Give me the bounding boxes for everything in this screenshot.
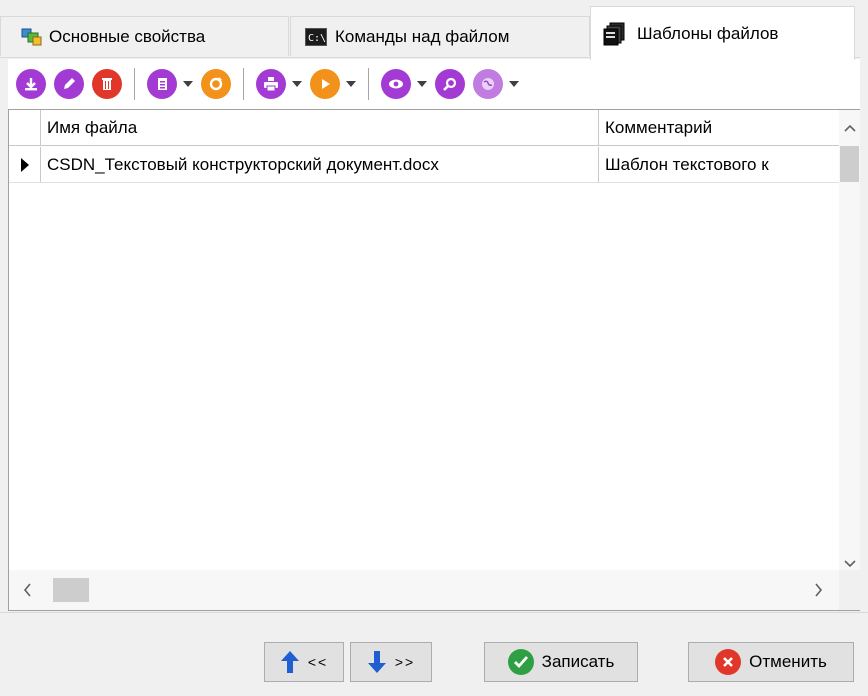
chevron-down-icon[interactable] <box>415 69 429 99</box>
vertical-scroll-thumb[interactable] <box>840 146 859 182</box>
arrow-up-icon <box>280 650 300 674</box>
tab-label: Шаблоны файлов <box>637 23 779 43</box>
console-icon: C:\ <box>305 27 327 46</box>
prev-button-label: << <box>307 654 329 670</box>
templates-icon <box>603 22 627 46</box>
scrollbar-corner <box>839 570 860 610</box>
chevron-down-icon[interactable] <box>181 69 195 99</box>
grid-header: Имя файла Комментарий <box>9 110 839 146</box>
arrow-down-icon <box>367 650 387 674</box>
edit-icon[interactable] <box>54 69 84 99</box>
tab-file-commands[interactable]: C:\ Команды над файлом <box>290 16 590 56</box>
print-icon[interactable] <box>256 69 286 99</box>
toolbar <box>8 59 860 109</box>
toolbar-separator <box>368 68 369 100</box>
chevron-down-icon[interactable] <box>344 69 358 99</box>
globe-icon[interactable] <box>473 69 503 99</box>
download-icon[interactable] <box>16 69 46 99</box>
table-row[interactable]: CSDN_Текстовый конструкторский документ.… <box>9 147 839 183</box>
next-button[interactable]: >> <box>350 642 432 682</box>
view-icon[interactable] <box>381 69 411 99</box>
column-header-comment[interactable]: Комментарий <box>599 110 839 145</box>
vertical-scrollbar[interactable] <box>839 110 860 570</box>
checkmark-icon <box>507 649 534 675</box>
toolbar-separator <box>134 68 135 100</box>
scroll-right-icon[interactable] <box>815 583 823 601</box>
column-header-file-name[interactable]: Имя файла <box>41 110 599 145</box>
save-button-label: Записать <box>541 652 615 671</box>
footer-divider <box>0 612 868 613</box>
svg-text:C:\: C:\ <box>308 33 326 44</box>
tab-label: Основные свойства <box>49 26 206 46</box>
refresh-icon[interactable] <box>201 69 231 99</box>
row-indicator-header <box>9 110 41 145</box>
cell-file-name[interactable]: CSDN_Текстовый конструкторский документ.… <box>41 147 599 182</box>
properties-icon <box>21 27 43 47</box>
tab-main-properties[interactable]: Основные свойства <box>0 16 289 56</box>
cell-comment[interactable]: Шаблон текстового к <box>599 147 839 182</box>
tab-label: Команды над файлом <box>335 26 510 46</box>
templates-grid[interactable]: Имя файла Комментарий CSDN_Текстовый кон… <box>8 109 860 611</box>
scroll-up-icon[interactable] <box>844 120 856 136</box>
toolbar-separator <box>243 68 244 100</box>
scroll-left-icon[interactable] <box>23 583 31 601</box>
document-icon[interactable] <box>147 69 177 99</box>
chevron-down-icon[interactable] <box>290 69 304 99</box>
prev-button[interactable]: << <box>264 642 344 682</box>
tab-strip: Основные свойства C:\ Команды над файлом… <box>0 0 868 60</box>
chevron-down-icon[interactable] <box>507 69 521 99</box>
current-row-indicator-icon <box>9 147 41 182</box>
cancel-button[interactable]: Отменить <box>688 642 854 682</box>
delete-icon[interactable] <box>92 69 122 99</box>
run-icon[interactable] <box>310 69 340 99</box>
horizontal-scroll-thumb[interactable] <box>53 578 89 602</box>
cancel-button-label: Отменить <box>749 652 827 671</box>
save-button[interactable]: Записать <box>484 642 638 682</box>
tab-file-templates[interactable]: Шаблоны файлов <box>590 6 855 60</box>
search-icon[interactable] <box>435 69 465 99</box>
close-icon <box>715 649 742 675</box>
horizontal-scrollbar[interactable] <box>9 570 839 610</box>
next-button-label: >> <box>394 654 416 670</box>
